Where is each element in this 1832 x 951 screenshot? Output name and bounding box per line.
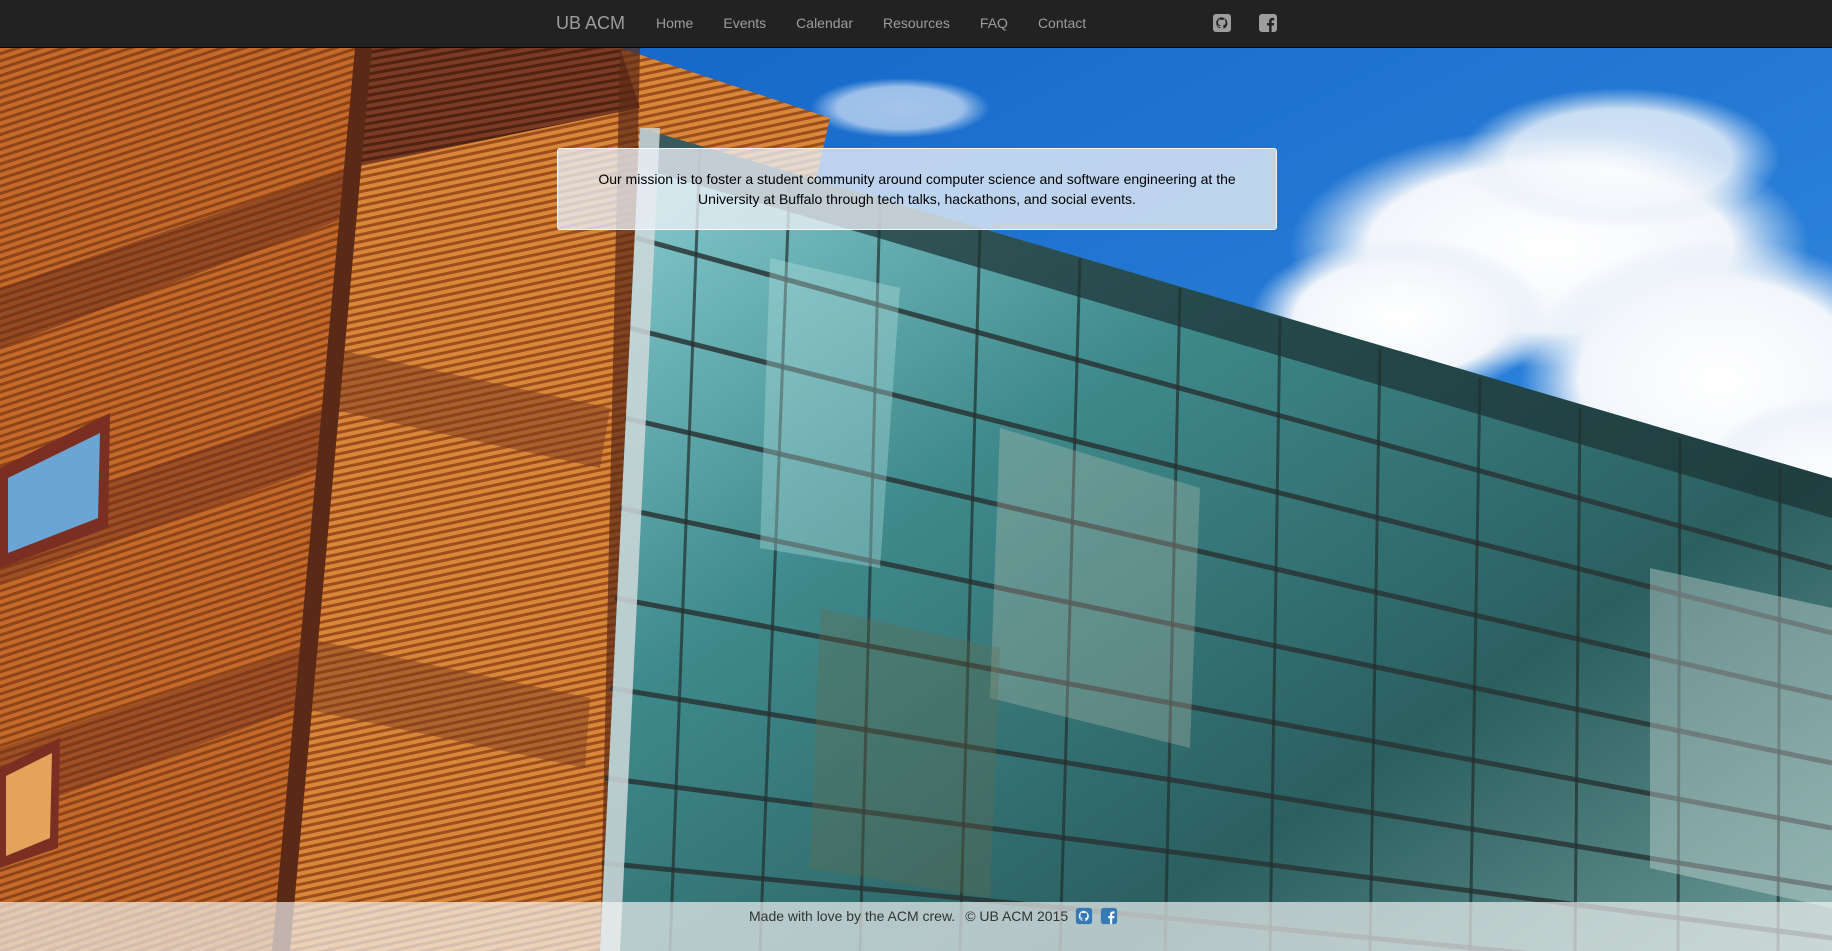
github-icon[interactable] [1075,907,1093,925]
footer-made-with: Made with love by the ACM crew. [749,908,956,924]
nav-home[interactable]: Home [641,0,708,48]
nav-faq[interactable]: FAQ [965,0,1023,48]
footer-content: Made with love by the ACM crew. © UB ACM… [749,902,1118,930]
nav-events[interactable]: Events [708,0,781,48]
github-icon[interactable] [1212,13,1232,33]
brand-link[interactable]: UB ACM [556,0,625,48]
mission-statement: Our mission is to foster a student commu… [557,148,1277,230]
nav-links: Home Events Calendar Resources FAQ Conta… [641,0,1101,48]
nav-contact[interactable]: Contact [1023,0,1101,48]
top-navbar: UB ACM Home Events Calendar Resources FA… [0,0,1832,48]
footer: Made with love by the ACM crew. © UB ACM… [0,902,1832,951]
facebook-icon[interactable] [1100,907,1118,925]
mission-text: Our mission is to foster a student commu… [598,171,1236,207]
footer-copyright: © UB ACM 2015 [965,908,1069,924]
facebook-icon[interactable] [1258,13,1278,33]
nav-resources[interactable]: Resources [868,0,965,48]
nav-calendar[interactable]: Calendar [781,0,868,48]
